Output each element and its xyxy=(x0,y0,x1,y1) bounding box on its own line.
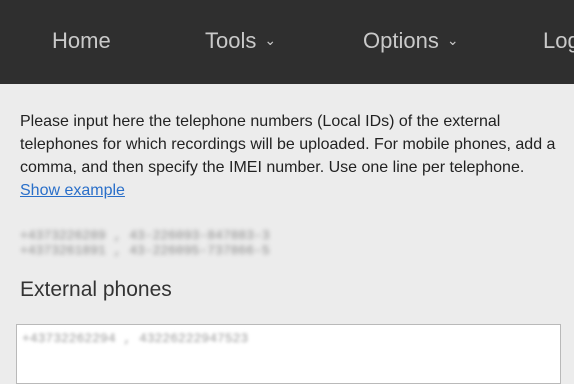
external-phones-heading: External phones xyxy=(20,278,172,301)
chevron-down-icon: ⌄ xyxy=(264,32,277,48)
nav-tools-menu[interactable]: Tools ⌄ xyxy=(205,28,276,54)
nav-login[interactable]: Log xyxy=(543,28,574,54)
nav-login-label: Log xyxy=(543,28,574,53)
external-phones-input[interactable]: +43732262294 , 43226222947523 xyxy=(16,324,561,384)
top-navigation-bar: Home Tools ⌄ Options ⌄ Log xyxy=(0,0,574,84)
example-phones: +4373226289 , 43-226093-847883-3 +437326… xyxy=(20,228,270,258)
nav-options-label: Options xyxy=(363,28,439,53)
nav-options-menu[interactable]: Options ⌄ xyxy=(363,28,459,54)
example-line-2: +4373261891 , 43-226095-737866-5 xyxy=(20,243,270,258)
main-content: Please input here the telephone numbers … xyxy=(20,110,560,301)
nav-home-label: Home xyxy=(52,28,111,53)
nav-home[interactable]: Home xyxy=(52,28,111,54)
nav-tools-label: Tools xyxy=(205,28,257,53)
example-line-1: +4373226289 , 43-226093-847883-3 xyxy=(20,228,270,243)
show-example-link[interactable]: Show example xyxy=(20,182,125,199)
chevron-down-icon: ⌄ xyxy=(446,32,459,48)
instructions-body: Please input here the telephone numbers … xyxy=(20,113,556,176)
instructions-text: Please input here the telephone numbers … xyxy=(20,110,560,202)
external-phones-value: +43732262294 , 43226222947523 xyxy=(22,331,249,346)
